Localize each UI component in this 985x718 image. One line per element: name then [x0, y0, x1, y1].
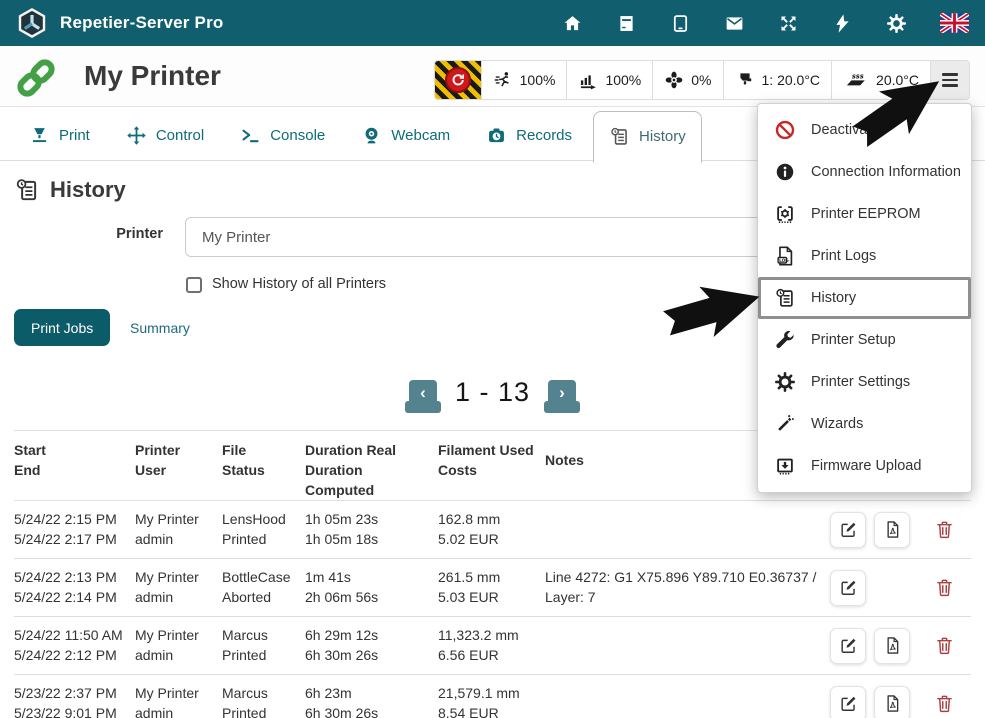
- menu-item-print-logs[interactable]: Print Logs: [758, 235, 971, 277]
- menu-item-printer-setup[interactable]: Printer Setup: [758, 319, 971, 361]
- printer-select[interactable]: My Printer: [185, 217, 855, 257]
- tab-history[interactable]: History: [593, 111, 702, 163]
- bolt-icon[interactable]: [832, 13, 853, 34]
- delete-entry-icon[interactable]: [934, 577, 955, 598]
- log-file-icon: [774, 245, 796, 267]
- firmware-chip-icon: [774, 455, 796, 477]
- summary-button[interactable]: Summary: [122, 309, 198, 346]
- delete-entry-icon[interactable]: [934, 519, 955, 540]
- tab-records[interactable]: Records: [471, 112, 587, 160]
- print-jobs-button[interactable]: Print Jobs: [14, 309, 110, 346]
- pdf-file-icon: [883, 694, 902, 713]
- menu-item-history[interactable]: History: [758, 277, 971, 319]
- edit-notes-button[interactable]: [830, 570, 866, 606]
- history-icon: [14, 177, 40, 203]
- home-icon[interactable]: [562, 13, 583, 34]
- show-all-printers-label: Show History of all Printers: [212, 276, 386, 292]
- pdf-report-button[interactable]: [874, 628, 910, 664]
- speed-multiplier-icon: [493, 70, 513, 90]
- table-row: 5/24/22 2:13 PM5/24/22 2:14 PM My Printe…: [14, 559, 971, 617]
- edit-notes-button[interactable]: [830, 686, 866, 718]
- printer-icon[interactable]: [616, 13, 637, 34]
- webcam-tab-icon: [361, 125, 382, 146]
- history-tab-icon: [609, 126, 630, 147]
- tablet-icon[interactable]: [670, 13, 691, 34]
- pdf-report-button[interactable]: [874, 512, 910, 548]
- console-tab-icon: [240, 125, 261, 146]
- printer-title: My Printer: [84, 60, 221, 92]
- edit-icon: [839, 520, 858, 539]
- edit-icon: [839, 636, 858, 655]
- table-row: 5/24/22 2:15 PM5/24/22 2:17 PM My Printe…: [14, 501, 971, 559]
- tab-console[interactable]: Console: [225, 112, 340, 160]
- printer-select-label: Printer: [0, 226, 163, 242]
- status-extruder-temp[interactable]: 1: 20.0°C: [723, 61, 832, 99]
- status-speed[interactable]: 100%: [481, 61, 567, 99]
- delete-entry-icon[interactable]: [934, 693, 955, 714]
- wrench-icon: [774, 329, 796, 351]
- print-tab-icon: [29, 125, 50, 146]
- menu-item-firmware-upload[interactable]: Firmware Upload: [758, 445, 971, 487]
- app-logo-icon: [16, 7, 48, 39]
- heated-bed-icon: [843, 70, 869, 90]
- page-title: History: [50, 177, 126, 203]
- menu-item-printer-eeprom[interactable]: Printer EEPROM: [758, 193, 971, 235]
- edit-icon: [839, 694, 858, 713]
- extruder-icon: [735, 70, 755, 90]
- edit-notes-button[interactable]: [830, 512, 866, 548]
- emergency-stop-button[interactable]: [435, 61, 481, 99]
- chevron-left-icon: ‹: [420, 384, 426, 401]
- magic-wand-icon: [774, 413, 796, 435]
- next-page-button[interactable]: ›: [548, 380, 576, 405]
- eeprom-chip-icon: [774, 203, 796, 225]
- delete-entry-icon[interactable]: [934, 635, 955, 656]
- table-row: 5/23/22 2:37 PM5/23/22 9:01 PM My Printe…: [14, 675, 971, 718]
- menu-item-wizards[interactable]: Wizards: [758, 403, 971, 445]
- show-all-printers-checkbox[interactable]: [186, 277, 202, 293]
- records-tab-icon: [486, 125, 507, 146]
- status-flow[interactable]: 100%: [566, 61, 652, 99]
- emergency-stop-icon: [445, 67, 471, 93]
- app-title: Repetier-Server Pro: [60, 13, 223, 33]
- tab-webcam[interactable]: Webcam: [346, 112, 465, 160]
- expand-icon[interactable]: [778, 13, 799, 34]
- flow-multiplier-icon: [578, 70, 598, 90]
- history-icon: [774, 287, 796, 309]
- pdf-file-icon: [883, 520, 902, 539]
- table-row: 5/24/22 11:50 AM5/24/22 2:12 PM My Print…: [14, 617, 971, 675]
- gear-icon[interactable]: [886, 13, 907, 34]
- history-heading: History: [14, 177, 126, 203]
- edit-notes-button[interactable]: [830, 628, 866, 664]
- prev-page-button[interactable]: ‹: [409, 380, 437, 405]
- status-fan[interactable]: 0%: [652, 61, 722, 99]
- chevron-right-icon: ›: [559, 384, 565, 401]
- pdf-report-button[interactable]: [874, 686, 910, 718]
- menu-item-printer-settings[interactable]: Printer Settings: [758, 361, 971, 403]
- control-tab-icon: [126, 125, 147, 146]
- mail-icon[interactable]: [724, 13, 745, 34]
- language-flag-uk[interactable]: [940, 13, 969, 33]
- page-range: 1 - 13: [455, 377, 530, 408]
- info-icon: [774, 161, 796, 183]
- tab-control[interactable]: Control: [111, 112, 219, 160]
- connected-link-icon[interactable]: [14, 56, 58, 100]
- repetier-server-app: Repetier-Server Pro My Printer: [0, 0, 985, 718]
- printer-dropdown-menu: Deactivate Connection Information Printe…: [757, 103, 972, 493]
- tab-print[interactable]: Print: [14, 112, 105, 160]
- annotation-arrow-to-history-item: [655, 268, 771, 352]
- gear-icon: [774, 371, 796, 393]
- top-navbar: Repetier-Server Pro: [0, 0, 985, 46]
- ban-icon: [774, 119, 796, 141]
- fan-icon: [664, 70, 684, 90]
- pdf-file-icon: [883, 636, 902, 655]
- menu-item-connection-information[interactable]: Connection Information: [758, 151, 971, 193]
- edit-icon: [839, 578, 858, 597]
